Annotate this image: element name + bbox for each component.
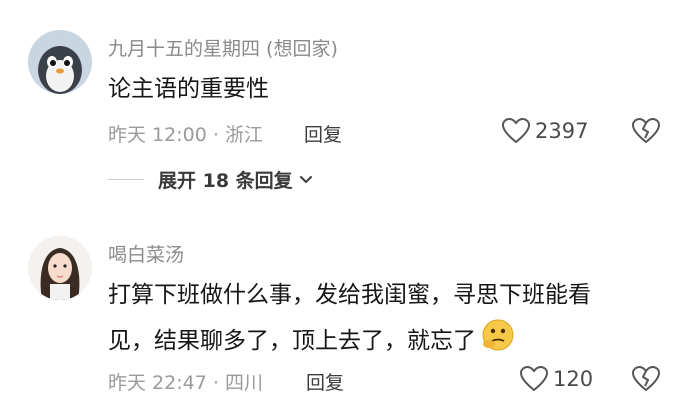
like-button[interactable]: 2397 xyxy=(502,118,588,144)
dislike-button[interactable] xyxy=(631,365,661,396)
comment-content-line1: 打算下班做什么事，发给我闺蜜，寻思下班能看 xyxy=(108,282,591,308)
comment-content-line2: 见，结果聊多了，顶上去了，就忘了 xyxy=(108,318,516,365)
expand-replies-button[interactable]: 展开 18 条回复 xyxy=(108,166,313,193)
penguin-avatar-icon xyxy=(28,30,92,94)
like-count: 2397 xyxy=(535,119,589,143)
avatar[interactable] xyxy=(28,236,92,300)
meta-separator: · xyxy=(212,372,225,394)
comment-location: 浙江 xyxy=(224,124,263,146)
divider-line xyxy=(108,179,144,180)
like-count: 120 xyxy=(553,367,594,391)
broken-heart-icon xyxy=(631,365,661,392)
comment-meta: 昨天 12:00 · 浙江 xyxy=(108,120,263,147)
comment-time: 昨天 12:00 xyxy=(108,124,207,146)
comment-content-text: 见，结果聊多了，顶上去了，就忘了 xyxy=(108,328,476,354)
girl-avatar-icon xyxy=(28,236,92,300)
reply-button[interactable]: 回复 xyxy=(306,368,344,395)
comment-username[interactable]: 九月十五的星期四 (想回家) xyxy=(108,34,338,61)
comment-content: 论主语的重要性 xyxy=(108,76,269,102)
comment-username[interactable]: 喝白菜汤 xyxy=(108,240,184,267)
like-button[interactable]: 120 xyxy=(520,366,593,392)
expand-replies-label: 展开 18 条回复 xyxy=(158,170,293,192)
chevron-down-icon xyxy=(299,175,312,183)
heart-icon xyxy=(520,366,548,392)
comment-time: 昨天 22:47 xyxy=(108,372,207,394)
dislike-button[interactable] xyxy=(631,117,661,148)
thinking-face-emoji-icon xyxy=(480,318,516,365)
avatar[interactable] xyxy=(28,30,92,94)
heart-icon xyxy=(502,118,530,144)
comment-meta: 昨天 22:47 · 四川 xyxy=(108,368,263,395)
broken-heart-icon xyxy=(631,117,661,144)
reply-button[interactable]: 回复 xyxy=(304,120,342,147)
comment-location: 四川 xyxy=(224,372,263,394)
meta-separator: · xyxy=(212,124,225,146)
